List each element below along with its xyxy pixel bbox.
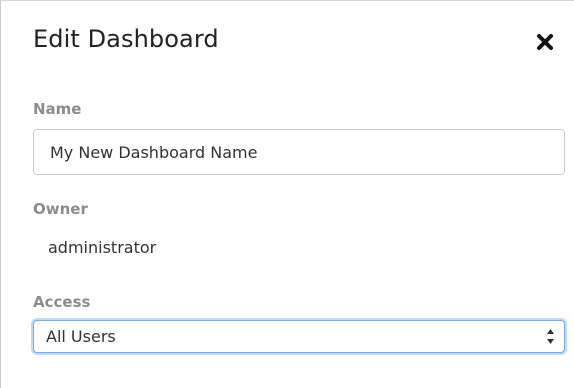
close-icon	[537, 34, 553, 50]
dialog-title: Edit Dashboard	[33, 25, 219, 53]
select-arrows-icon	[547, 329, 554, 344]
owner-value: administrator	[48, 238, 157, 257]
access-label: Access	[33, 293, 91, 311]
access-selected-value: All Users	[46, 327, 116, 346]
edit-dashboard-dialog: Edit Dashboard Name Owner administrator …	[0, 0, 574, 388]
access-select[interactable]: All Users	[33, 320, 565, 353]
name-label: Name	[33, 100, 82, 118]
owner-label: Owner	[33, 200, 88, 218]
name-input[interactable]	[33, 129, 565, 175]
close-button[interactable]	[535, 32, 555, 52]
